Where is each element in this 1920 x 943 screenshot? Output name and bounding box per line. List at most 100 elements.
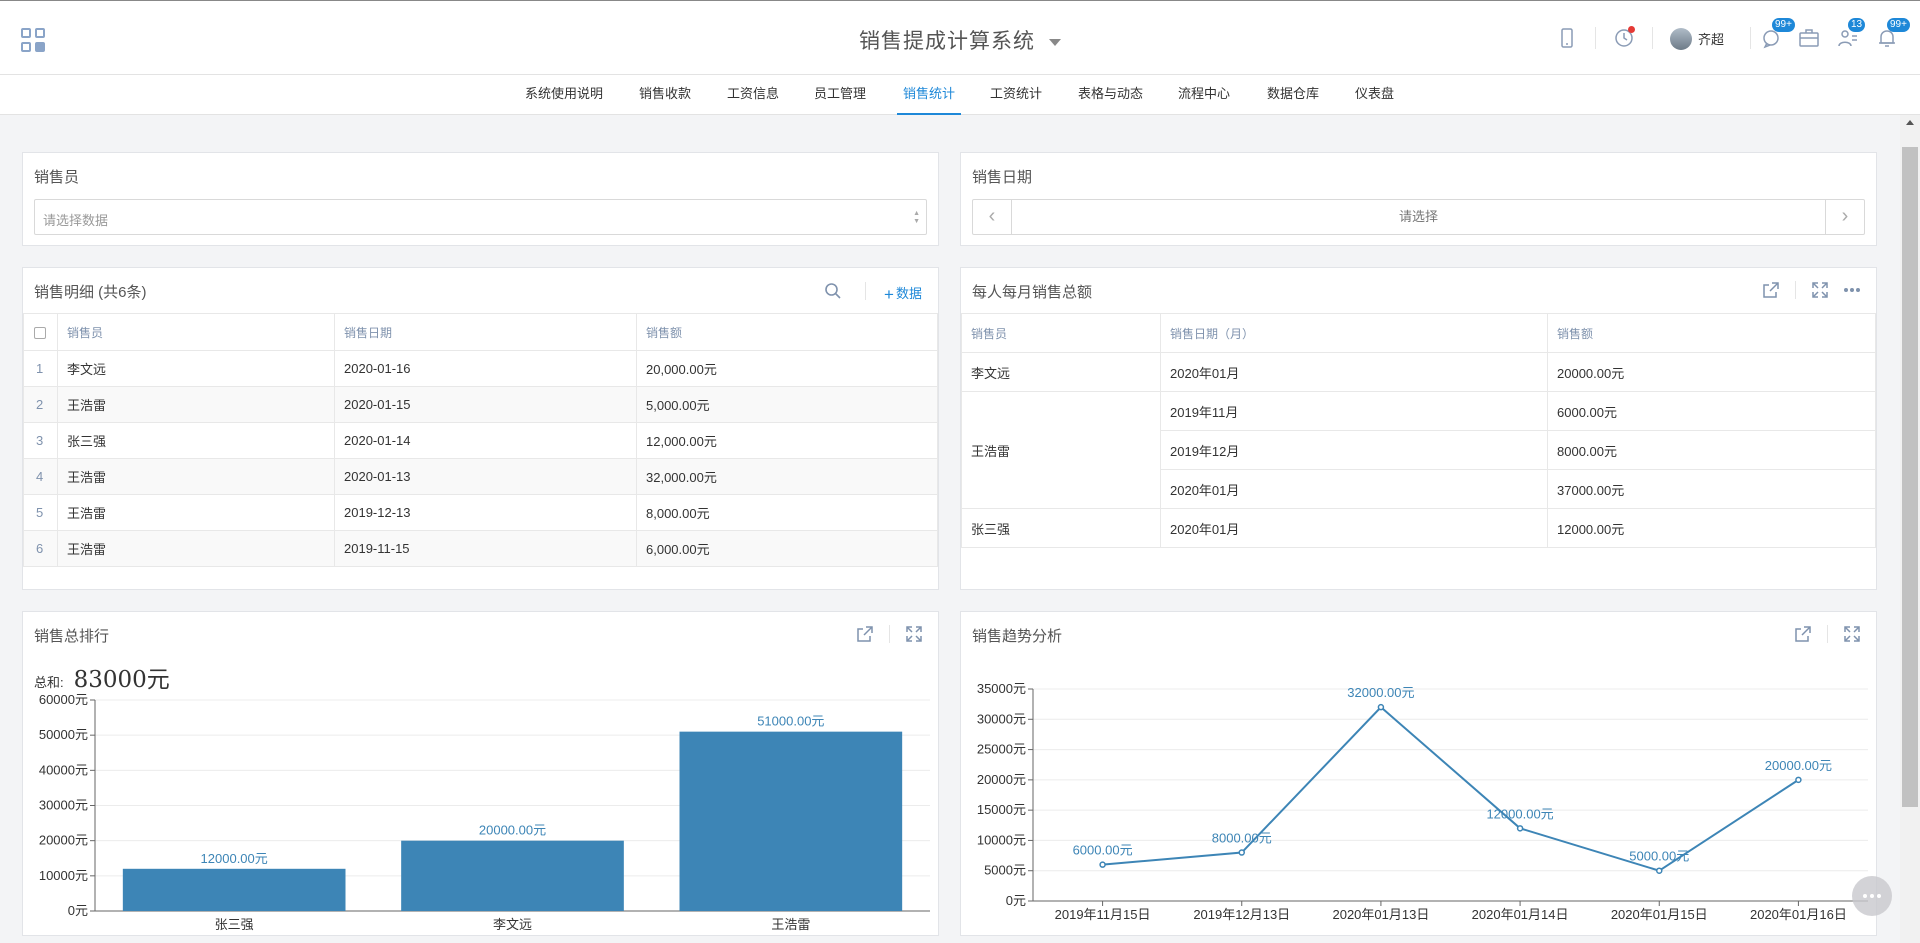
nav-item-salary-stats[interactable]: 工资统计 (990, 75, 1042, 115)
scroll-up-icon[interactable] (1906, 120, 1914, 125)
sales-ranking-card: 销售总排行 总和: 83000元 0元 10000元 20000元 30000元 400… (22, 611, 939, 936)
x-tick-label: 2019年11月15日 (1055, 907, 1151, 922)
chat-bubble-icon[interactable] (1852, 876, 1892, 916)
table-row[interactable]: 4 王浩雷 2020-01-13 32,000.00元 (23, 458, 938, 495)
sale-date-picker: ‹ 请选择 › (972, 199, 1865, 235)
table-row[interactable]: 2 王浩雷 2020-01-15 5,000.00元 (23, 386, 938, 423)
app-title-text: 销售提成计算系统 (859, 30, 1035, 53)
nav-item-forms[interactable]: 表格与动态 (1078, 75, 1143, 115)
sale-date-filter-card: 销售日期 ‹ 请选择 › (960, 152, 1877, 246)
monthly-totals-table: 销售员 销售日期（月） 销售额 李文远 2020年01月 20000.00元 王浩雷 2… (961, 313, 1876, 548)
monthly-totals-table-wrap: 销售员 销售日期（月） 销售额 李文远 2020年01月 20000.00元 王浩雷 2… (961, 313, 1876, 548)
table-row[interactable]: 6 王浩雷 2019-11-15 6,000.00元 (23, 530, 938, 567)
cell-salesperson: 王浩雷 (961, 391, 1161, 509)
y-tick-label: 25000元 (977, 742, 1026, 757)
column-header-salesperson: 销售员 (961, 313, 1161, 353)
salesperson-select[interactable]: 请选择数据 ▲ ▼ (34, 199, 927, 235)
fullscreen-icon[interactable] (1842, 624, 1862, 644)
table-row[interactable]: 1 李文远 2020-01-16 20,000.00元 (23, 350, 938, 387)
select-all-checkbox[interactable] (34, 326, 46, 339)
nav-item-workflow[interactable]: 流程中心 (1178, 75, 1230, 115)
sales-ranking-bar-chart: 0元 10000元 20000元 30000元 40000元 50000元 60000元 12… (39, 692, 930, 932)
chevron-right-icon[interactable]: › (1825, 200, 1864, 234)
sales-ranking-title: 销售总排行 (34, 628, 110, 645)
data-point-label: 32000.00元 (1347, 685, 1414, 700)
open-external-icon[interactable] (855, 624, 875, 644)
fullscreen-icon[interactable] (904, 624, 924, 644)
nav-item-sales-stats[interactable]: 销售统计 (897, 75, 961, 115)
data-point (1656, 867, 1663, 874)
more-icon[interactable] (1842, 280, 1862, 300)
cell-salesperson: 王浩雷 (57, 530, 335, 567)
cell-date: 2020-01-14 (334, 422, 637, 459)
data-point-label: 6000.00元 (1073, 843, 1133, 858)
row-index: 5 (23, 494, 58, 531)
bell-icon[interactable]: 99+ (1875, 18, 1910, 50)
y-tick-label: 50000元 (39, 727, 88, 742)
y-tick-label: 35000元 (977, 681, 1026, 696)
app-grid-icon[interactable] (21, 28, 46, 53)
row-index: 6 (23, 530, 58, 567)
cell-amount: 8000.00元 (1547, 430, 1876, 470)
monthly-totals-title: 每人每月销售总额 (972, 284, 1093, 301)
nav-item-guide[interactable]: 系统使用说明 (525, 75, 603, 115)
x-tick-label: 王浩雷 (771, 917, 810, 932)
user-menu[interactable]: 齐超 (1670, 26, 1724, 51)
open-external-icon[interactable] (1793, 624, 1813, 644)
mobile-icon[interactable] (1555, 26, 1579, 50)
y-tick-label: 30000元 (39, 798, 88, 813)
notification-count-badge: 99+ (1887, 18, 1910, 32)
scrollbar-thumb[interactable] (1902, 147, 1918, 807)
nav-item-dashboard[interactable]: 仪表盘 (1355, 75, 1394, 115)
row-index: 1 (23, 350, 58, 387)
chevron-left-icon[interactable]: ‹ (973, 200, 1012, 234)
header-divider (1595, 27, 1596, 49)
system-switcher[interactable]: 销售提成计算系统 (859, 30, 1061, 53)
chat-icon[interactable]: 99+ (1760, 18, 1795, 50)
bar-value-label: 20000.00元 (479, 823, 546, 838)
table-row[interactable]: 3 张三强 2020-01-14 12,000.00元 (23, 422, 938, 459)
bar (679, 731, 903, 911)
search-icon[interactable] (823, 281, 843, 301)
cell-salesperson: 李文远 (57, 350, 335, 387)
nav-item-salary-info[interactable]: 工资信息 (727, 75, 779, 115)
x-tick-label: 2019年12月13日 (1193, 907, 1290, 922)
open-external-icon[interactable] (1761, 280, 1781, 300)
y-tick-label: 0元 (68, 903, 88, 918)
data-point-label: 20000.00元 (1765, 758, 1832, 773)
briefcase-icon[interactable] (1797, 26, 1821, 50)
nav-item-collections[interactable]: 销售收款 (639, 75, 691, 115)
cell-date: 2020-01-16 (334, 350, 637, 387)
add-data-button[interactable]: + 数据 (884, 283, 922, 305)
page-scrollbar[interactable] (1900, 115, 1920, 943)
data-point-label: 12000.00元 (1486, 806, 1553, 821)
clock-icon[interactable] (1612, 26, 1636, 50)
cell-amount: 37000.00元 (1547, 469, 1876, 509)
salesperson-filter-card: 销售员 请选择数据 ▲ ▼ (22, 152, 939, 246)
table-row[interactable]: 5 王浩雷 2019-12-13 8,000.00元 (23, 494, 938, 531)
select-arrows-icon: ▲ ▼ (913, 210, 920, 225)
salesperson-select-placeholder: 请选择数据 (43, 213, 109, 228)
alert-dot (1628, 26, 1635, 33)
bar-value-label: 51000.00元 (757, 714, 824, 729)
header-divider (1750, 27, 1751, 49)
cell-amount: 32,000.00元 (636, 458, 938, 495)
sales-ranking-tools (855, 624, 924, 644)
monthly-totals-tools (1761, 280, 1862, 300)
column-header-amount[interactable]: 销售额 (636, 313, 938, 351)
sale-date-input[interactable]: 请选择 (1012, 200, 1825, 234)
bar (122, 868, 346, 911)
column-header-date[interactable]: 销售日期 (334, 313, 637, 351)
cell-date: 2020-01-15 (334, 386, 637, 423)
sales-detail-table-wrap: 销售员 销售日期 销售额 1 李文远 2020-01-16 20,000.00元 2 王浩… (23, 313, 938, 567)
cell-month: 2019年12月 (1160, 430, 1548, 470)
y-tick-label: 10000元 (39, 868, 88, 883)
cell-amount: 8,000.00元 (636, 494, 938, 531)
sales-trend-line-chart: 0元 5000元 10000元 15000元 20000元 25000元 30000元 350… (977, 681, 1868, 922)
nav-item-employees[interactable]: 员工管理 (814, 75, 866, 115)
nav-item-data-warehouse[interactable]: 数据仓库 (1267, 75, 1319, 115)
column-header-salesperson[interactable]: 销售员 (57, 313, 335, 351)
task-icon[interactable]: 13 (1836, 18, 1866, 50)
fullscreen-icon[interactable] (1810, 280, 1830, 300)
x-tick-label: 2020年01月13日 (1332, 907, 1429, 922)
